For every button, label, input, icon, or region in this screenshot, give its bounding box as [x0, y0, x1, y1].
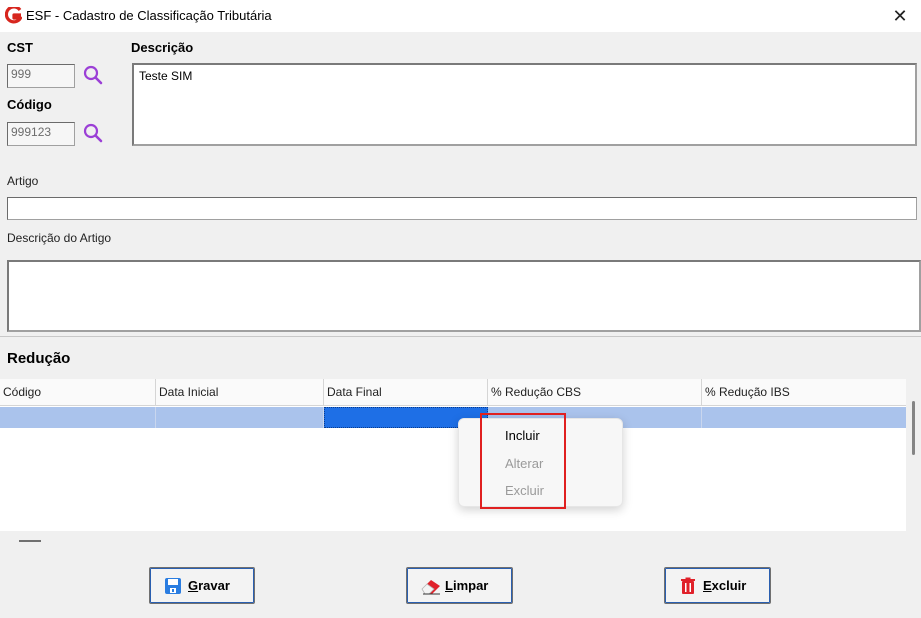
close-icon: ✕ — [892, 6, 908, 26]
descricao-artigo-label: Descrição do Artigo — [7, 231, 112, 245]
column-header-reducao-ibs[interactable]: % Redução IBS — [702, 379, 906, 406]
column-header-data-inicial[interactable]: Data Inicial — [156, 379, 324, 406]
gravar-button[interactable]: Gravar — [149, 567, 255, 604]
cst-value: 999 — [11, 67, 32, 81]
codigo-search-icon[interactable] — [82, 122, 104, 144]
column-header-codigo[interactable]: Código — [0, 379, 156, 406]
codigo-label: Código — [7, 97, 52, 112]
cell-codigo[interactable] — [0, 407, 156, 428]
descricao-artigo-textarea[interactable] — [7, 260, 921, 332]
floppy-disk-icon — [165, 578, 181, 594]
splitter-handle[interactable] — [19, 540, 41, 542]
artigo-label: Artigo — [7, 174, 39, 188]
descricao-textarea[interactable]: Teste SIM — [132, 63, 917, 146]
grid-vertical-scrollbar[interactable] — [906, 379, 921, 531]
codigo-field[interactable]: 999123 — [7, 122, 75, 146]
reducao-grid[interactable]: Código Data Inicial Data Final % Redução… — [0, 379, 906, 531]
limpar-button[interactable]: Limpar — [406, 567, 513, 604]
reducao-section-title: Redução — [7, 350, 71, 367]
gravar-label: Gravar — [188, 578, 230, 593]
codigo-value: 999123 — [11, 125, 52, 139]
cst-label: CST — [7, 40, 33, 55]
section-divider — [0, 336, 921, 337]
excluir-button[interactable]: Excluir — [664, 567, 771, 604]
cst-search-icon[interactable] — [82, 64, 104, 86]
descricao-value: Teste SIM — [139, 69, 193, 83]
excluir-label: Excluir — [703, 578, 747, 593]
descricao-label: Descrição — [131, 40, 194, 55]
limpar-label: Limpar — [445, 578, 489, 593]
app-g-logo-icon — [5, 7, 22, 24]
grid-header: Código Data Inicial Data Final % Redução… — [0, 379, 906, 406]
cell-data-inicial[interactable] — [156, 407, 324, 428]
eraser-icon — [421, 580, 440, 595]
cst-field[interactable]: 999 — [7, 64, 75, 88]
window-title: ESF - Cadastro de Classificação Tributár… — [26, 8, 272, 23]
column-header-reducao-cbs[interactable]: % Redução CBS — [488, 379, 702, 406]
close-button[interactable]: ✕ — [887, 3, 913, 29]
trash-icon — [681, 577, 695, 594]
title-bar: ESF - Cadastro de Classificação Tributár… — [0, 0, 921, 32]
cell-reducao-ibs[interactable] — [702, 407, 906, 428]
column-header-data-final[interactable]: Data Final — [324, 379, 488, 406]
artigo-field[interactable] — [7, 197, 917, 220]
highlight-annotation-box — [480, 413, 566, 509]
table-row[interactable] — [0, 407, 906, 428]
scrollbar-thumb[interactable] — [912, 401, 915, 455]
